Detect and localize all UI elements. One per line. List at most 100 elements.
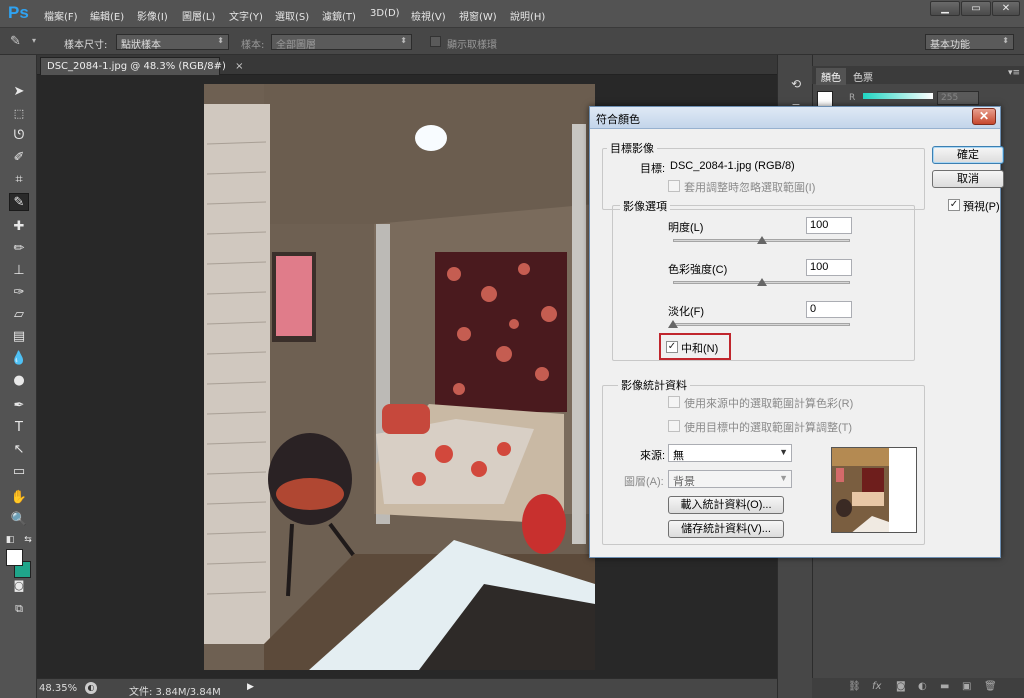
status-arrow-icon[interactable]: ▶: [247, 682, 254, 692]
options-bar: ✎ ▾ 樣本尺寸: 點狀樣本 ⬍ 樣本: 全部圖層 ⬍ 顯示取樣環 基本功能 ⬍: [0, 28, 1024, 55]
eraser-tool-icon[interactable]: ▱: [9, 306, 29, 324]
clone-stamp-tool-icon[interactable]: ⊥: [9, 262, 29, 280]
dialog-close-button[interactable]: ✕: [972, 108, 996, 125]
target-image-group-title: 目標影像: [607, 140, 657, 156]
cancel-button[interactable]: 取消: [932, 170, 1004, 188]
move-tool-icon[interactable]: ➤: [9, 83, 29, 101]
status-menu-icon[interactable]: ◐: [85, 682, 97, 694]
sample-size-select[interactable]: 點狀樣本 ⬍: [116, 34, 229, 51]
photoshop-logo: Ps: [8, 3, 29, 22]
ok-button[interactable]: 確定: [932, 146, 1004, 164]
menu-item[interactable]: 濾鏡(T): [322, 8, 356, 23]
color-intensity-input[interactable]: 100: [806, 259, 852, 276]
layer-select[interactable]: 背景 ▼: [668, 470, 792, 488]
sample-select[interactable]: 全部圖層 ⬍: [271, 34, 412, 51]
pen-tool-icon[interactable]: ✒: [9, 397, 29, 415]
tool-preset-arrow-icon[interactable]: ▾: [32, 36, 36, 45]
fade-slider-thumb[interactable]: [668, 320, 678, 328]
dialog-titlebar[interactable]: 符合顏色 ✕: [590, 107, 1000, 129]
dialog-title: 符合顏色: [596, 114, 640, 126]
workspace-select[interactable]: 基本功能 ⬍: [925, 34, 1014, 51]
use-target-selection-checkbox[interactable]: [668, 420, 680, 432]
type-tool-icon[interactable]: T: [9, 419, 29, 437]
target-label: 目標:: [640, 163, 666, 175]
ignore-selection-checkbox[interactable]: [668, 180, 680, 192]
tab-color[interactable]: 顏色: [816, 68, 846, 85]
fade-slider[interactable]: [673, 323, 850, 326]
panel-menu-icon[interactable]: ▾≡: [1008, 68, 1020, 78]
r-channel-slider[interactable]: [863, 93, 933, 99]
panel-foreground-swatch[interactable]: [817, 91, 833, 107]
menu-item[interactable]: 文字(Y): [229, 8, 263, 23]
blur-tool-icon[interactable]: 💧: [9, 350, 29, 368]
source-preview-thumbnail: [831, 447, 917, 533]
luminance-slider-thumb[interactable]: [756, 236, 767, 244]
chevron-down-icon: ⬍: [1002, 36, 1009, 45]
group-folder-icon[interactable]: ▬: [940, 681, 949, 692]
zoom-level[interactable]: 48.35%: [39, 683, 77, 694]
chevron-down-icon: ▼: [779, 473, 788, 483]
crop-tool-icon[interactable]: ⌗: [9, 171, 29, 189]
neutralize-checkbox[interactable]: ✓: [666, 341, 678, 353]
eyedropper-icon[interactable]: ✎: [10, 34, 21, 49]
menu-item[interactable]: 編輯(E): [90, 8, 124, 23]
source-value: 無: [673, 450, 684, 462]
link-layers-icon[interactable]: ⛓: [848, 681, 861, 692]
document-tab[interactable]: DSC_2084-1.jpg @ 48.3% (RGB/8#) ×: [40, 57, 243, 75]
document-photo[interactable]: [204, 84, 595, 670]
load-statistics-button[interactable]: 載入統計資料(O)...: [668, 496, 784, 514]
menu-item[interactable]: 檔案(F): [44, 8, 78, 23]
fade-input[interactable]: 0: [806, 301, 852, 318]
default-colors-icon[interactable]: ◧: [4, 531, 16, 549]
layers-panel-footer: ⛓ fx ◙ ◐ ▬ ▣ 🗑: [812, 678, 1024, 698]
gradient-tool-icon[interactable]: ▤: [9, 328, 29, 346]
save-statistics-button[interactable]: 儲存統計資料(V)...: [668, 520, 784, 538]
adjustment-layer-icon[interactable]: ◐: [918, 681, 927, 692]
zoom-tool-icon[interactable]: 🔍: [9, 511, 29, 529]
tab-swatches[interactable]: 色票: [848, 68, 878, 85]
use-source-selection-checkbox[interactable]: [668, 396, 680, 408]
preview-checkbox[interactable]: ✓: [948, 199, 960, 211]
menu-item[interactable]: 說明(H): [510, 8, 545, 23]
menu-item[interactable]: 3D(D): [370, 8, 400, 19]
quick-mask-icon[interactable]: ◙: [9, 577, 29, 595]
path-selection-tool-icon[interactable]: ↖: [9, 441, 29, 459]
marquee-tool-icon[interactable]: ⬚: [9, 105, 29, 123]
hand-tool-icon[interactable]: ✋: [9, 489, 29, 507]
lasso-tool-icon[interactable]: ᘎ: [9, 127, 29, 145]
swap-colors-icon[interactable]: ⇆: [22, 531, 34, 549]
bedroom-photo: [204, 84, 595, 670]
use-source-selection-label: 使用來源中的選取範圍計算色彩(R): [684, 398, 854, 410]
screen-mode-icon[interactable]: ⧉: [9, 600, 29, 618]
menu-item[interactable]: 檢視(V): [411, 8, 446, 23]
menu-item[interactable]: 影像(I): [137, 8, 168, 23]
source-select[interactable]: 無 ▼: [668, 444, 792, 462]
menu-item[interactable]: 視窗(W): [459, 8, 497, 23]
sample-label: 樣本:: [241, 40, 265, 51]
window-close-button[interactable]: ✕: [992, 1, 1020, 16]
status-bar: 48.35% ◐ 文件: 3.84M/3.84M ▶: [37, 678, 777, 698]
eyedropper-tool-icon[interactable]: ✎: [9, 193, 29, 211]
menu-item[interactable]: 選取(S): [275, 8, 309, 23]
dodge-tool-icon[interactable]: ●: [9, 372, 29, 390]
color-intensity-slider-thumb[interactable]: [756, 278, 767, 286]
new-layer-icon[interactable]: ▣: [962, 681, 971, 692]
add-mask-icon[interactable]: ◙: [896, 681, 906, 692]
menu-item[interactable]: 圖層(L): [182, 8, 215, 23]
source-label: 來源:: [640, 450, 666, 462]
fx-icon[interactable]: fx: [872, 681, 881, 692]
r-channel-value[interactable]: 255: [937, 91, 979, 105]
brush-tool-icon[interactable]: ✏: [9, 240, 29, 258]
trash-icon[interactable]: 🗑: [984, 681, 997, 692]
history-panel-icon[interactable]: ⟲: [787, 77, 805, 95]
restore-button[interactable]: ▭: [961, 1, 991, 16]
history-brush-tool-icon[interactable]: ✑: [9, 284, 29, 302]
rectangle-tool-icon[interactable]: ▭: [9, 463, 29, 481]
healing-brush-tool-icon[interactable]: ✚: [9, 218, 29, 236]
show-ring-checkbox[interactable]: [430, 36, 441, 47]
minimize-button[interactable]: ▁: [930, 1, 960, 16]
quick-selection-tool-icon[interactable]: ✐: [9, 149, 29, 167]
foreground-color-swatch[interactable]: [6, 549, 23, 566]
luminance-input[interactable]: 100: [806, 217, 852, 234]
tab-close-icon[interactable]: ×: [235, 61, 243, 72]
